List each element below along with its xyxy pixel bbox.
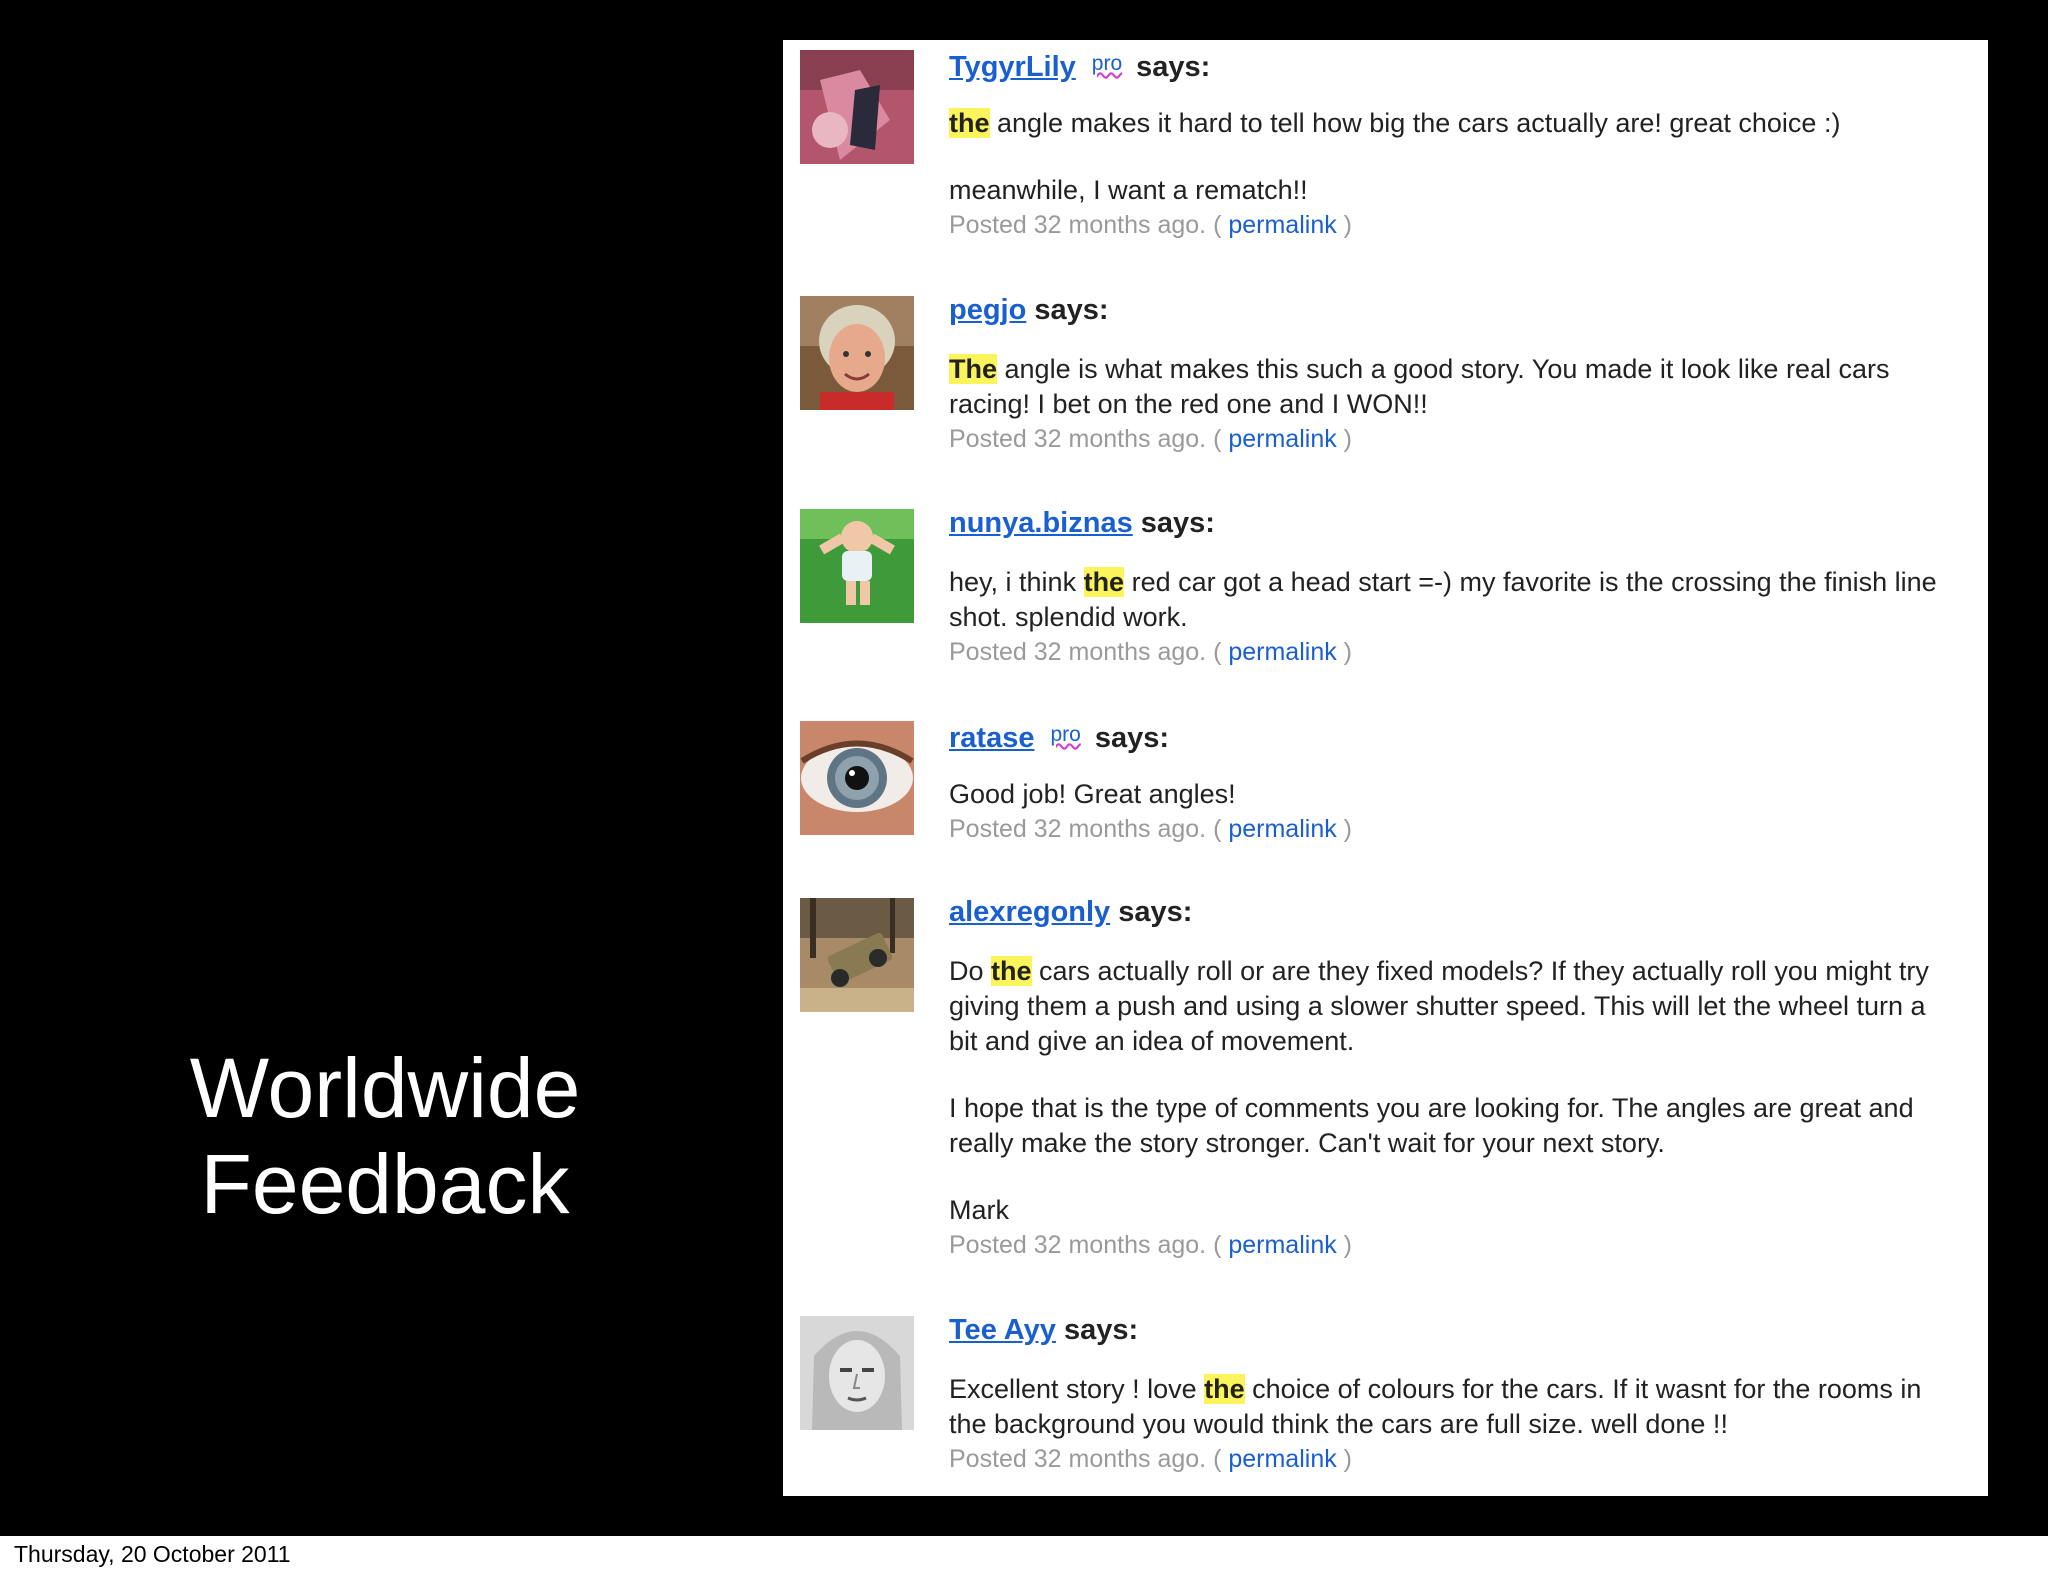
slide: Worldwide Feedback TygyrLily pro says: the… <box>0 0 2048 1536</box>
comment-header: ratase pro says: <box>949 715 1959 755</box>
comment-text: hey, i think the red car got a head star… <box>949 565 1959 635</box>
posted-time: Posted 32 months ago. ( <box>949 638 1222 666</box>
highlighted-word: the <box>949 108 990 138</box>
says-label: says: <box>1034 294 1109 326</box>
avatar[interactable] <box>800 509 914 623</box>
posted-time: Posted 32 months ago. ( <box>949 425 1222 453</box>
meta-close: ) <box>1343 815 1352 843</box>
comment-meta: Posted 32 months ago. ( permalink ) <box>949 1442 1959 1476</box>
username-link[interactable]: ratase <box>949 722 1034 754</box>
comment-header: Tee Ayy says: <box>949 1310 1959 1350</box>
meta-close: ) <box>1343 638 1352 666</box>
comment-meta: Posted 32 months ago. ( permalink ) <box>949 635 1959 669</box>
avatar[interactable] <box>800 721 914 835</box>
comment-meta: Posted 32 months ago. ( permalink ) <box>949 422 1959 456</box>
slide-date: Thursday, 20 October 2011 <box>14 1541 291 1567</box>
username-link[interactable]: alexregonly <box>949 896 1110 928</box>
says-label: says: <box>1094 722 1169 754</box>
comment-text-pre: Do <box>949 956 992 986</box>
username-link[interactable]: TygyrLily <box>949 51 1076 83</box>
comment-header: pegjo says: <box>949 290 1959 330</box>
meta-close: ) <box>1343 1445 1352 1473</box>
posted-time: Posted 32 months ago. ( <box>949 1445 1222 1473</box>
posted-time: Posted 32 months ago. ( <box>949 815 1222 843</box>
comments-panel: TygyrLily pro says: the angle makes it har… <box>783 40 1988 1496</box>
slide-title-line-2: Feedback <box>200 1137 570 1231</box>
says-label: says: <box>1136 51 1211 83</box>
comment-text-pre: Excellent story ! love <box>949 1374 1205 1404</box>
meta-close: ) <box>1343 425 1352 453</box>
highlighted-word: The <box>949 354 998 384</box>
comment-header: TygyrLily pro says: <box>949 44 1959 84</box>
highlighted-word: the <box>1204 1374 1245 1404</box>
comment-meta: Posted 32 months ago. ( permalink ) <box>949 812 1959 846</box>
highlighted-word: the <box>1083 567 1125 597</box>
comment-text-rest: angle is what makes this such a good sto… <box>949 354 1890 419</box>
avatar-image <box>800 721 914 835</box>
says-label: says: <box>1118 896 1193 928</box>
avatar[interactable] <box>800 1316 914 1430</box>
comment-text: The angle is what makes this such a good… <box>949 352 1959 422</box>
comment-text: Excellent story ! love the choice of col… <box>949 1372 1959 1442</box>
avatar[interactable] <box>800 50 914 164</box>
posted-time: Posted 32 months ago. ( <box>949 211 1222 239</box>
comment-text-2: meanwhile, I want a rematch!! <box>949 175 1308 205</box>
comment-text: Do the cars actually roll or are they fi… <box>949 954 1959 1059</box>
meta-close: ) <box>1343 1231 1352 1259</box>
comment-text-2: I hope that is the type of comments you … <box>949 1093 1914 1158</box>
comment-meta: Posted 32 months ago. ( permalink ) <box>949 208 1959 242</box>
username-link[interactable]: nunya.biznas <box>949 507 1133 539</box>
comment-text: the angle makes it hard to tell how big … <box>949 106 1959 141</box>
pro-badge[interactable]: pro <box>1092 44 1122 84</box>
says-label: says: <box>1063 1314 1139 1346</box>
avatar-image <box>800 50 914 164</box>
comment-header: nunya.biznas says: <box>949 503 1959 543</box>
permalink-link[interactable]: permalink <box>1228 815 1336 843</box>
permalink-link[interactable]: permalink <box>1228 211 1336 239</box>
comment-text-rest: angle makes it hard to tell how big the … <box>989 108 1841 138</box>
comment-header: alexregonly says: <box>949 892 1959 932</box>
permalink-link[interactable]: permalink <box>1228 1231 1336 1259</box>
username-link[interactable]: Tee Ayy <box>949 1314 1056 1346</box>
comment-meta: Posted 32 months ago. ( permalink ) <box>949 1228 1959 1262</box>
permalink-link[interactable]: permalink <box>1228 638 1336 666</box>
comment-signature: Mark <box>949 1195 1009 1225</box>
avatar-image <box>800 1316 914 1430</box>
comment-text-rest: cars actually roll or are they fixed mod… <box>949 956 1929 1056</box>
comment-text: Good job! Great angles! <box>949 779 1236 809</box>
avatar[interactable] <box>800 296 914 410</box>
avatar[interactable] <box>800 898 914 1012</box>
meta-close: ) <box>1343 211 1352 239</box>
avatar-image <box>800 898 914 1012</box>
slide-title-line-1: Worldwide <box>189 1041 581 1135</box>
comment-text-pre: hey, i think <box>949 567 1084 597</box>
avatar-image <box>800 509 914 623</box>
permalink-link[interactable]: permalink <box>1228 425 1336 453</box>
slide-title: Worldwide Feedback <box>160 1040 610 1232</box>
permalink-link[interactable]: permalink <box>1228 1445 1336 1473</box>
says-label: says: <box>1140 507 1215 539</box>
pro-badge[interactable]: pro <box>1050 715 1080 755</box>
highlighted-word: the <box>991 956 1032 986</box>
avatar-image <box>800 296 914 410</box>
posted-time: Posted 32 months ago. ( <box>949 1231 1222 1259</box>
username-link[interactable]: pegjo <box>949 294 1026 326</box>
